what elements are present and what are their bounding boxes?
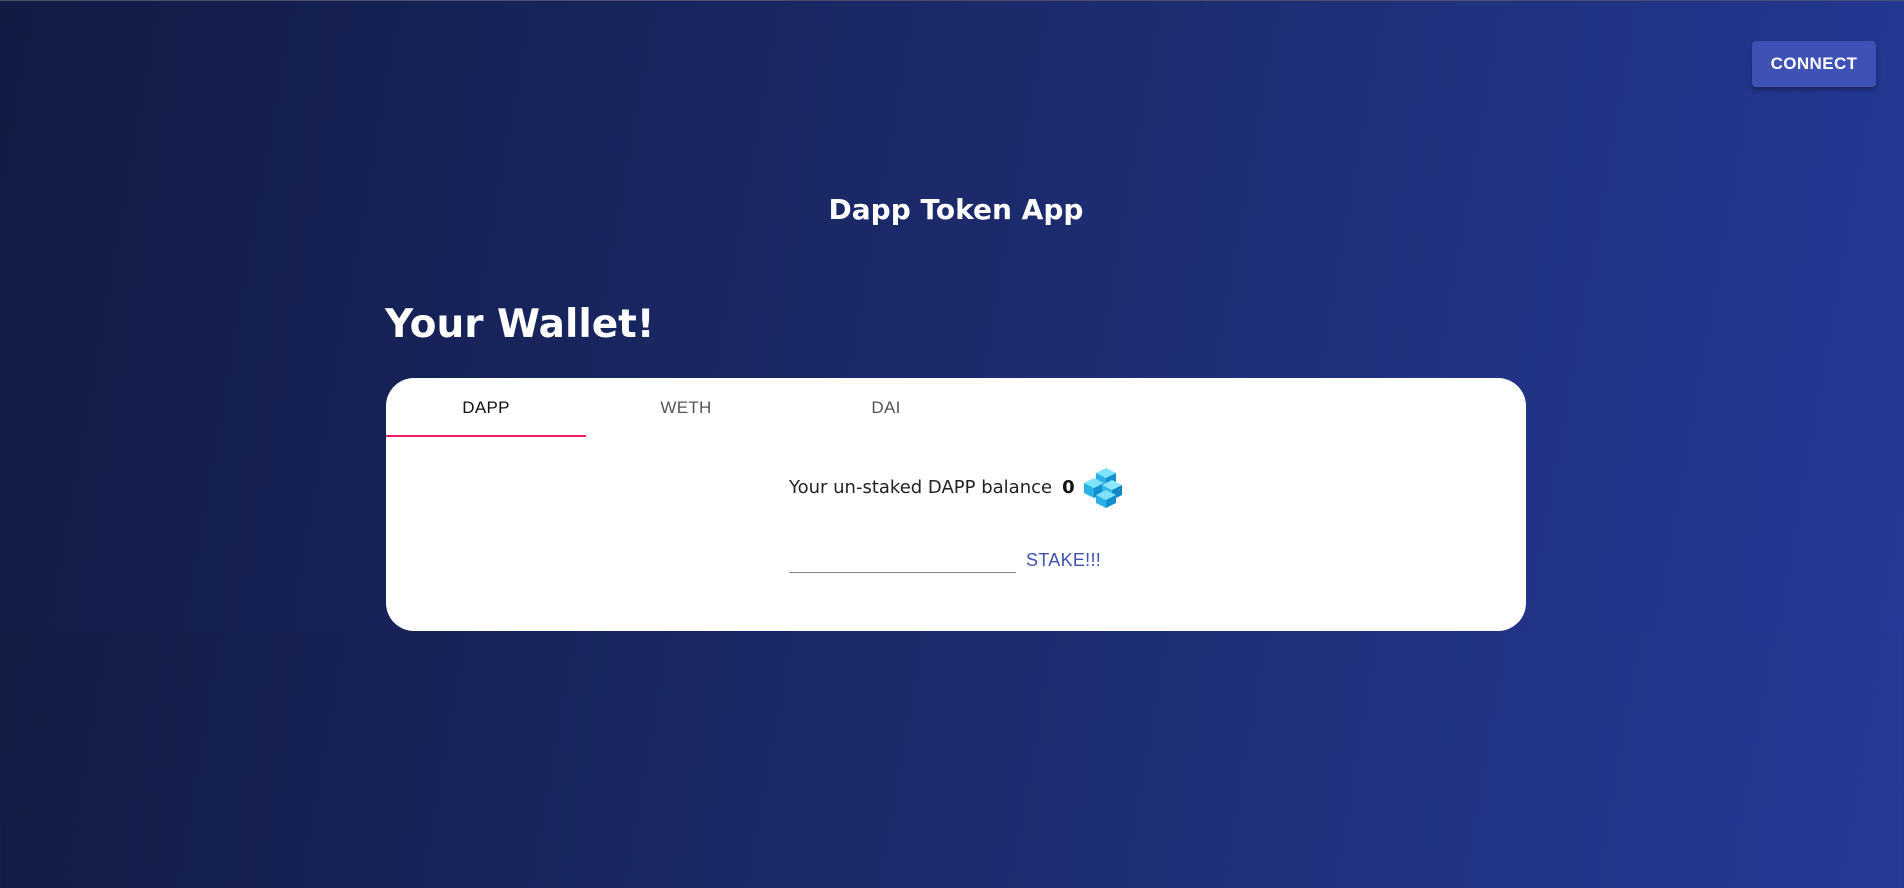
- tab-dapp[interactable]: DAPP: [386, 378, 586, 437]
- balance-row: Your un-staked DAPP balance 0: [789, 466, 1124, 508]
- stake-amount-input[interactable]: [789, 544, 1016, 573]
- tab-weth[interactable]: WETH: [586, 378, 786, 437]
- balance-label: Your un-staked DAPP balance: [789, 476, 1053, 498]
- wallet-card: DAPP WETH DAI Your un-staked DAPP balanc…: [386, 378, 1526, 631]
- balance-value: 0: [1062, 476, 1075, 498]
- wallet-heading: Your Wallet!: [385, 302, 655, 347]
- dapp-token-icon: [1083, 468, 1122, 508]
- stake-button[interactable]: STAKE!!!: [1026, 550, 1101, 571]
- app-title: Dapp Token App: [828, 193, 1084, 226]
- connect-button[interactable]: CONNECT: [1752, 41, 1876, 87]
- tab-dai[interactable]: DAI: [786, 378, 986, 437]
- token-tabs: DAPP WETH DAI: [386, 378, 986, 437]
